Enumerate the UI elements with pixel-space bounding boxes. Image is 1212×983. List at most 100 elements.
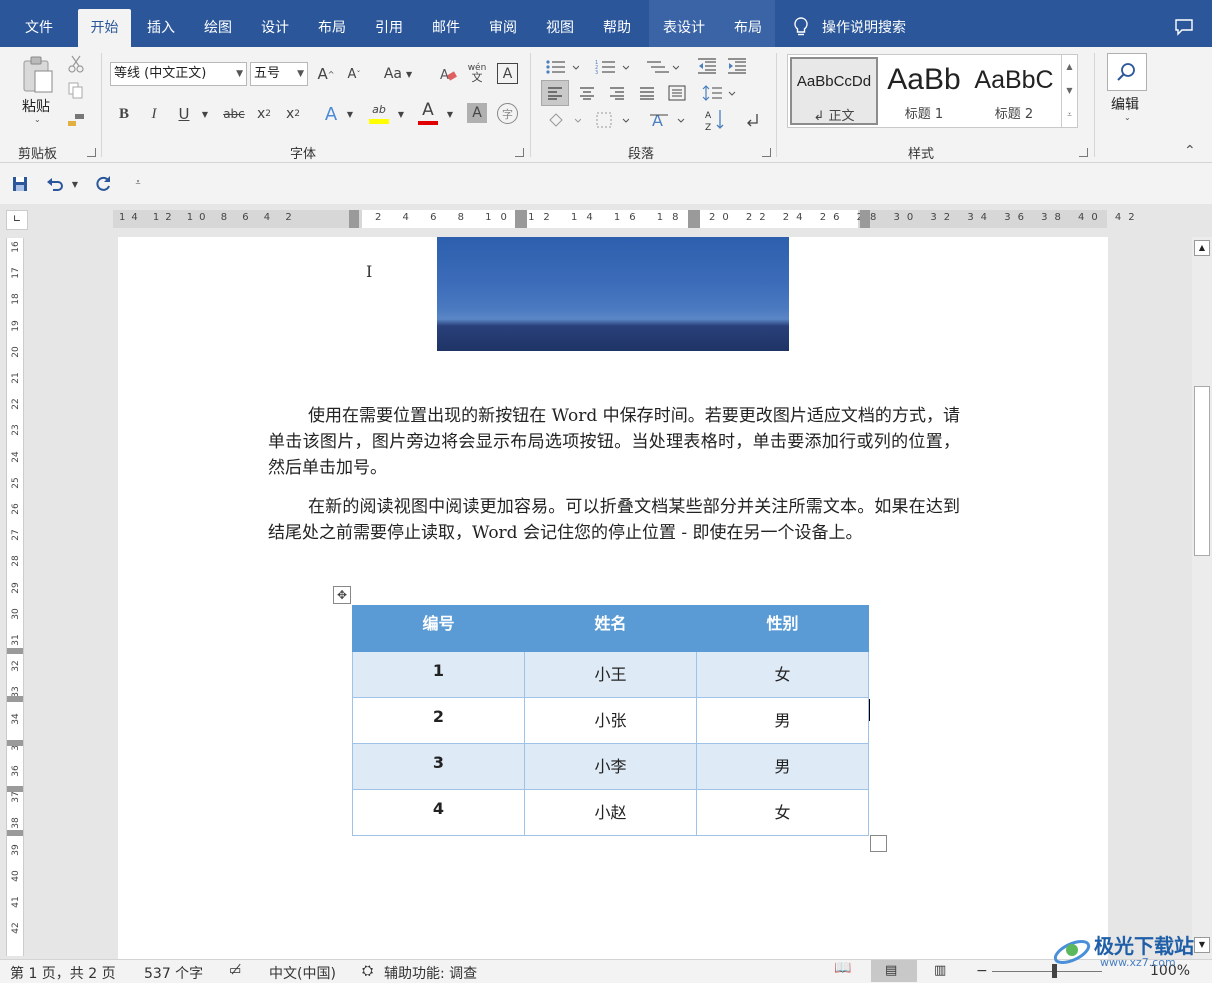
tab-view[interactable]: 视图 [536, 0, 584, 47]
style-normal[interactable]: AaBbCcDd ↲ 正文 [790, 57, 878, 125]
undo-dropdown-icon[interactable]: ▼ [70, 177, 80, 191]
tab-layout[interactable]: 布局 [308, 0, 356, 47]
language-status[interactable]: 中文(中国) [269, 963, 336, 983]
tab-mailings[interactable]: 邮件 [422, 0, 470, 47]
document-image[interactable] [437, 237, 789, 351]
row-marker[interactable] [7, 830, 23, 836]
grow-font-button[interactable]: A ^ [316, 63, 336, 85]
superscript-button[interactable]: x2 [283, 103, 303, 125]
table-cell[interactable]: 2 [352, 697, 525, 744]
column-marker[interactable] [688, 210, 700, 228]
header-id[interactable]: 编号 [352, 605, 525, 652]
tab-table-layout[interactable]: 布局 [724, 0, 772, 47]
collapse-ribbon-icon[interactable]: ⌃ [1184, 143, 1196, 159]
find-icon[interactable] [1107, 53, 1147, 91]
vertical-ruler[interactable]: 1617181920212223242526272829303132333435… [6, 238, 24, 956]
tab-selector-icon[interactable]: ∟ [6, 210, 28, 230]
highlight-button[interactable]: ab [368, 101, 390, 127]
save-icon[interactable] [10, 175, 30, 193]
proofing-icon[interactable]: ▭̸ [229, 963, 241, 978]
text-effects-button[interactable]: A [320, 102, 342, 126]
editing-chevron-icon[interactable]: ⌄ [1124, 113, 1131, 122]
read-mode-icon[interactable]: 📖 [834, 960, 854, 982]
paragraph-1[interactable]: 使用在需要位置出现的新按钮在 Word 中保存时间。若要更改图片适应文档的方式，… [268, 403, 960, 481]
styles-scroll-buttons[interactable]: ▲ ▼ ⩡ [1061, 55, 1077, 127]
column-marker[interactable] [860, 210, 870, 228]
strikethrough-button[interactable]: abc [222, 103, 246, 125]
table-cell[interactable]: 小张 [524, 697, 697, 744]
table-cell[interactable]: 男 [696, 743, 869, 790]
paragraph-2[interactable]: 在新的阅读视图中阅读更加容易。可以折叠文档某些部分并关注所需文本。如果在达到结尾… [268, 494, 960, 546]
table-cell[interactable]: 4 [352, 789, 525, 836]
zoom-level[interactable]: 100% [1150, 963, 1190, 979]
table-cell[interactable]: 小赵 [524, 789, 697, 836]
table-cell[interactable]: 1 [352, 651, 525, 698]
italic-button[interactable]: I [144, 103, 164, 125]
comments-icon[interactable] [1174, 18, 1194, 36]
row-marker[interactable] [7, 786, 23, 792]
character-border-button[interactable]: A [497, 63, 518, 84]
chinese-layout-icon[interactable]: A [648, 109, 688, 131]
table-cell[interactable]: 女 [696, 789, 869, 836]
bullets-icon[interactable] [542, 57, 582, 77]
borders-icon[interactable] [592, 109, 632, 131]
line-spacing-icon[interactable] [699, 81, 739, 105]
row-marker[interactable] [7, 648, 23, 654]
paragraph-launcher-icon[interactable] [762, 148, 771, 157]
tab-design[interactable]: 设计 [251, 0, 299, 47]
multilevel-list-icon[interactable] [642, 57, 682, 77]
show-marks-icon[interactable] [740, 109, 762, 131]
scroll-thumb[interactable] [1194, 386, 1210, 556]
format-painter-icon[interactable] [66, 110, 86, 130]
editing-label[interactable]: 编辑 [1111, 94, 1139, 114]
font-name-select[interactable]: 等线 (中文正文) ▼ [110, 62, 247, 86]
change-case-button[interactable]: Aa ▼ [380, 63, 416, 85]
indent-marker[interactable] [349, 210, 359, 228]
scroll-down-icon[interactable]: ▼ [1194, 937, 1210, 953]
cut-icon[interactable] [66, 54, 86, 74]
customize-qat-icon[interactable]: ⩡ [132, 175, 144, 191]
shading-icon[interactable] [544, 109, 584, 131]
word-count[interactable]: 537 个字 [144, 963, 203, 983]
font-color-dropdown-icon[interactable]: ▼ [445, 105, 455, 123]
text-effects-dropdown-icon[interactable]: ▼ [345, 105, 355, 123]
highlight-dropdown-icon[interactable]: ▼ [396, 105, 406, 123]
row-marker[interactable] [7, 696, 23, 702]
subscript-button[interactable]: x2 [254, 103, 274, 125]
undo-icon[interactable] [44, 173, 66, 195]
style-heading-2[interactable]: AaBbC 标题 2 [970, 57, 1058, 125]
tab-help[interactable]: 帮助 [593, 0, 641, 47]
table-cell[interactable]: 小王 [524, 651, 697, 698]
increase-indent-icon[interactable] [726, 56, 748, 76]
font-size-select[interactable]: 五号 ▼ [250, 62, 308, 86]
numbering-icon[interactable]: 123 [592, 57, 632, 77]
header-name[interactable]: 姓名 [524, 605, 697, 652]
tab-insert[interactable]: 插入 [137, 0, 185, 47]
phonetic-guide-button[interactable]: wén 文 [466, 61, 488, 85]
accessibility-status[interactable]: 辅助功能: 调查 [384, 963, 477, 983]
distributed-align-icon[interactable] [665, 81, 689, 105]
web-layout-icon[interactable]: ▥ [934, 963, 946, 978]
character-shading-button[interactable]: A [467, 103, 487, 123]
zoom-slider[interactable] [992, 971, 1102, 972]
horizontal-ruler[interactable]: 14 12 10 8 6 4 2 2 4 6 8 10 12 14 16 18 … [113, 210, 1135, 228]
tab-table-design[interactable]: 表设计 [656, 0, 712, 47]
enclose-characters-button[interactable]: 字 [497, 103, 518, 124]
styles-launcher-icon[interactable] [1079, 148, 1088, 157]
underline-button[interactable]: U [173, 103, 195, 125]
style-heading-1[interactable]: AaBb 标题 1 [880, 57, 968, 125]
sort-icon[interactable]: AZ [704, 107, 726, 133]
align-center-icon[interactable] [575, 81, 599, 105]
clear-format-icon[interactable]: A [438, 63, 458, 85]
shrink-font-button[interactable]: Aˇ [344, 63, 364, 85]
zoom-slider-thumb[interactable] [1052, 964, 1057, 978]
data-table[interactable]: 编号 姓名 性别 1 小王 女 2 小张 男 3 小李 男 4 小赵 女 [352, 605, 869, 836]
vertical-scrollbar[interactable]: ▲ ▼ [1192, 237, 1212, 959]
paste-chevron-icon[interactable]: ⌄ [34, 115, 41, 124]
justify-icon[interactable] [635, 81, 659, 105]
tab-review[interactable]: 审阅 [479, 0, 527, 47]
table-cell[interactable]: 小李 [524, 743, 697, 790]
align-left-icon[interactable] [541, 80, 569, 106]
font-color-button[interactable]: A [416, 99, 440, 127]
table-cell[interactable]: 男 [696, 697, 869, 744]
